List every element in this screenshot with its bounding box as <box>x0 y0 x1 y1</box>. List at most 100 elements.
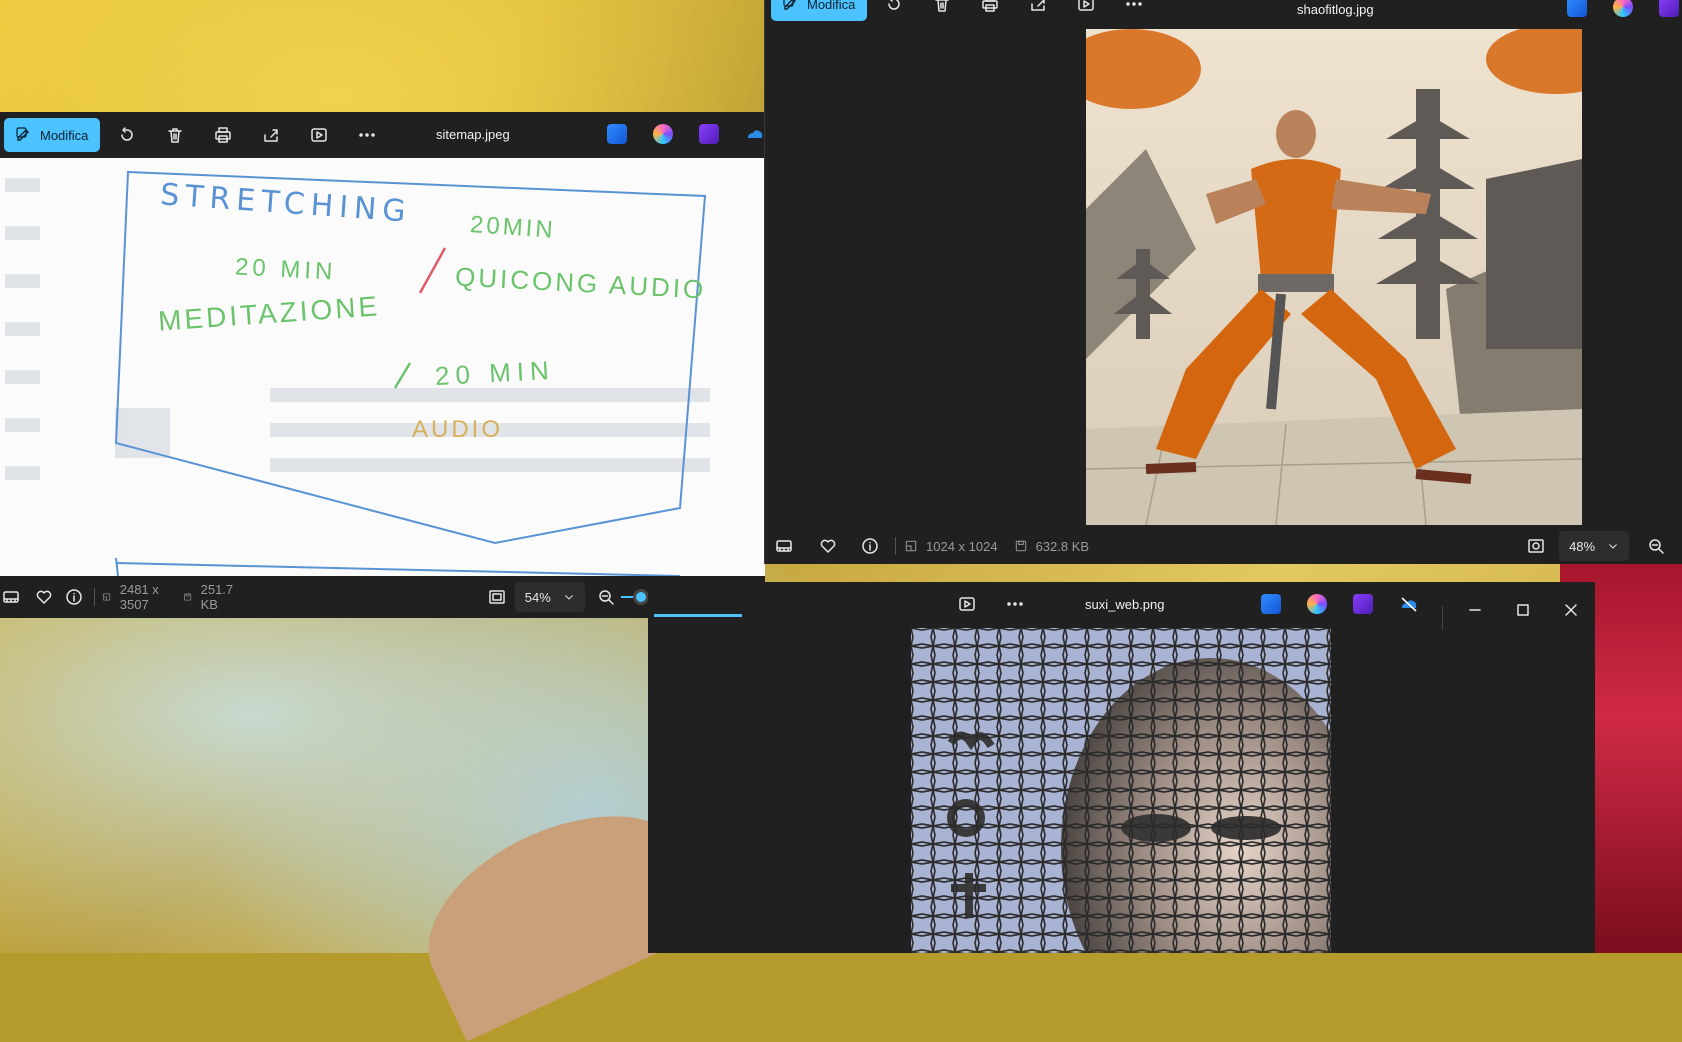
more-icon <box>1126 2 1143 6</box>
edit-icon <box>783 0 796 10</box>
zoom-slider-thumb[interactable] <box>632 589 649 605</box>
trash-icon <box>168 128 183 143</box>
more-button[interactable] <box>1115 0 1153 21</box>
zoom-dropdown[interactable]: 48% <box>1559 531 1630 561</box>
rotate-icon <box>888 0 901 10</box>
share-button[interactable] <box>1019 0 1057 21</box>
toolbar: Modifica sitemap.jpeg <box>0 112 765 158</box>
suxi-image <box>911 628 1331 953</box>
rotate-button[interactable] <box>108 118 146 152</box>
delete-button[interactable] <box>923 0 961 21</box>
info-button[interactable] <box>853 537 887 555</box>
image-dimensions: 1024 x 1024 <box>926 538 998 554</box>
sketch-text-20min-a: 20MIN <box>469 211 557 244</box>
photos-window-suxi: suxi_web.png <box>648 582 1595 953</box>
edit-label: Modifica <box>807 0 856 12</box>
edit-button[interactable]: Modifica <box>4 118 101 152</box>
designer-icon[interactable] <box>1261 594 1281 614</box>
zoom-dropdown[interactable]: 54% <box>514 582 585 612</box>
slideshow-button[interactable] <box>948 587 986 621</box>
minimize-icon <box>1469 609 1481 611</box>
designer-icon[interactable] <box>1567 0 1587 17</box>
clipchamp-icon[interactable] <box>1353 594 1373 614</box>
file-size-icon <box>184 593 192 601</box>
toolbar: Modifica <box>765 0 1682 26</box>
slideshow-icon <box>959 597 975 611</box>
file-size: 251.7 KB <box>200 582 234 612</box>
edit-button[interactable]: Modifica <box>771 0 868 21</box>
maximize-icon <box>1517 604 1529 616</box>
more-icon <box>1007 602 1023 606</box>
printer-icon <box>982 0 999 12</box>
clipchamp-icon[interactable] <box>699 124 719 144</box>
zoom-out-button[interactable] <box>1639 537 1673 555</box>
filmstrip-button[interactable] <box>0 588 23 606</box>
favorite-button[interactable] <box>33 588 56 606</box>
edit-icon <box>16 127 29 141</box>
share-button[interactable] <box>252 118 290 152</box>
fit-screen-icon <box>489 590 506 604</box>
info-icon <box>862 538 878 554</box>
zoom-out-button[interactable] <box>595 588 618 606</box>
close-button[interactable] <box>1552 596 1590 624</box>
image-canvas[interactable]: STRETCHING 20MIN 20 MIN QUICONG AUDIO ME… <box>0 158 765 576</box>
maximize-button[interactable] <box>1504 596 1542 624</box>
statusbar: 1024 x 1024 632.8 KB 48% <box>765 525 1682 564</box>
zoom-out-icon <box>1649 539 1664 554</box>
divider <box>895 537 896 555</box>
file-size-icon <box>1015 540 1026 552</box>
copilot-icon[interactable] <box>653 124 673 144</box>
more-button[interactable] <box>996 587 1034 621</box>
favorite-button[interactable] <box>811 537 845 555</box>
rotate-icon <box>121 127 134 141</box>
filmstrip-button[interactable] <box>767 537 801 555</box>
heart-icon <box>820 539 836 553</box>
chevron-down-icon <box>564 595 573 600</box>
chevron-down-icon <box>1609 544 1617 549</box>
actual-size-button[interactable] <box>486 588 509 606</box>
window-title: suxi_web.png <box>1085 597 1165 612</box>
zoom-out-icon <box>599 590 614 605</box>
filmstrip-icon <box>776 540 792 552</box>
print-button[interactable] <box>971 0 1009 21</box>
minimize-button[interactable] <box>1456 596 1494 624</box>
info-icon <box>66 589 83 605</box>
more-icon <box>359 133 376 137</box>
divider <box>93 588 95 606</box>
clipchamp-icon[interactable] <box>1659 0 1679 17</box>
copilot-icon[interactable] <box>1613 0 1633 17</box>
slideshow-icon <box>1078 0 1095 11</box>
fit-screen-icon <box>1528 539 1544 553</box>
more-button[interactable] <box>348 118 386 152</box>
designer-icon[interactable] <box>607 124 627 144</box>
divider <box>1442 606 1443 630</box>
photos-window-shaofitlog: Modifica shaofitlog.jpg 1024 x 1024 632.… <box>764 0 1682 564</box>
actual-size-button[interactable] <box>1519 537 1553 555</box>
image-canvas[interactable] <box>1086 29 1582 525</box>
onedrive-icon[interactable] <box>745 124 765 144</box>
photos-window-sitemap: Modifica sitemap.jpeg STRETCHING 20MIN 2… <box>0 112 765 618</box>
edit-button-indicator <box>654 614 742 617</box>
shaofitlog-image <box>1086 29 1582 525</box>
sketch-text-20min-c: 20 MIN <box>434 354 556 392</box>
print-button[interactable] <box>204 118 242 152</box>
dimensions-icon <box>905 540 917 552</box>
file-size: 632.8 KB <box>1035 538 1090 554</box>
zoom-level: 54% <box>524 589 551 605</box>
sketch-text-audio: AUDIO <box>412 416 504 443</box>
printer-icon <box>215 127 232 143</box>
window-title: shaofitlog.jpg <box>1297 2 1374 17</box>
heart-icon <box>36 590 52 604</box>
onedrive-off-icon[interactable] <box>1399 594 1419 614</box>
info-button[interactable] <box>63 588 86 606</box>
rotate-button[interactable] <box>875 0 913 21</box>
image-canvas[interactable] <box>911 628 1331 953</box>
slideshow-icon <box>311 128 328 142</box>
slideshow-button[interactable] <box>300 118 338 152</box>
filmstrip-icon <box>3 591 20 603</box>
slideshow-button[interactable] <box>1067 0 1105 21</box>
sketch-text-20min-b: 20 MIN <box>234 253 338 286</box>
close-icon <box>1565 604 1577 616</box>
copilot-icon[interactable] <box>1307 594 1327 614</box>
delete-button[interactable] <box>156 118 194 152</box>
